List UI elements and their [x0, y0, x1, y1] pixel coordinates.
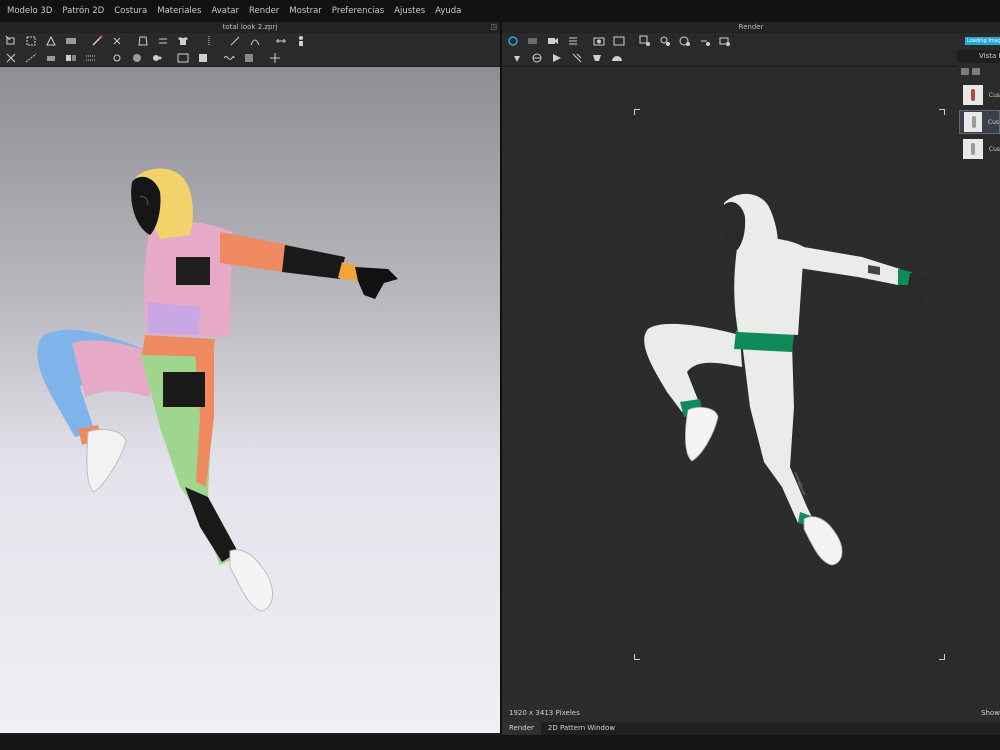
toolbar-3d-row-1 — [0, 33, 500, 49]
graphic-icon[interactable] — [196, 52, 210, 64]
tab-2d-pattern-window[interactable]: 2D Pattern Window — [541, 722, 622, 735]
render-settings-icon[interactable] — [638, 35, 652, 47]
thumbnail-item[interactable]: Cus — [959, 137, 1000, 161]
menu-modelo-3d[interactable]: Modelo 3D — [2, 0, 57, 22]
render-globe-icon[interactable] — [530, 52, 544, 64]
texture-edit-icon[interactable] — [176, 52, 190, 64]
line-tool-icon[interactable] — [228, 35, 242, 47]
thumbnail-image — [963, 85, 983, 105]
measure-icon[interactable] — [274, 35, 288, 47]
strengthen-icon[interactable] — [156, 35, 170, 47]
render-snapshot-icon[interactable] — [592, 35, 606, 47]
move-icon[interactable] — [268, 52, 282, 64]
thumbnail-label: Cus — [987, 118, 999, 126]
tab-render[interactable]: Render — [502, 722, 541, 735]
render-area-light-icon[interactable] — [590, 52, 604, 64]
thumbnail-label: Cus — [988, 145, 1000, 153]
menu-ayuda[interactable]: Ayuda — [430, 0, 466, 22]
menu-render[interactable]: Render — [244, 0, 284, 22]
panel-tab-vista[interactable]: Vista P — [957, 50, 1000, 63]
menu-preferencias[interactable]: Preferencias — [327, 0, 389, 22]
menu-bar: Modelo 3D Patrón 2D Costura Materiales A… — [0, 0, 1000, 22]
fold-3d-icon[interactable] — [64, 35, 78, 47]
render-light-icon[interactable] — [678, 35, 692, 47]
panel-icon-row — [961, 68, 983, 75]
folder-icon[interactable] — [961, 68, 969, 75]
menu-ajustes[interactable]: Ajustes — [389, 0, 430, 22]
tack-icon[interactable] — [110, 35, 124, 47]
thumbnail-label: Cus — [988, 91, 1000, 99]
toolbar-3d-row-2 — [0, 49, 500, 66]
render-side-panel: Loading Images Vista P Cus Cus Cus — [957, 33, 1000, 707]
render-viewport[interactable] — [502, 67, 957, 722]
render-direction-light-icon[interactable] — [570, 52, 584, 64]
select-mesh-icon[interactable] — [4, 35, 18, 47]
topstitch-icon[interactable] — [84, 52, 98, 64]
menu-patron-2d[interactable]: Patrón 2D — [57, 0, 109, 22]
menu-costura[interactable]: Costura — [109, 0, 152, 22]
toolbar-render-row-1 — [502, 33, 957, 49]
render-list-icon[interactable] — [566, 35, 580, 47]
transform-pattern-icon[interactable] — [24, 35, 38, 47]
render-status-bar: 1920 x 3413 Píxeles Show — [502, 707, 1000, 722]
render-spot-light-icon[interactable] — [550, 52, 564, 64]
free-sewing-icon[interactable] — [24, 52, 38, 64]
puckering-icon[interactable] — [222, 52, 236, 64]
popout-icon[interactable]: ◳ — [490, 22, 497, 33]
thumbnail-item[interactable]: Cus — [959, 83, 1000, 107]
render-output-icon[interactable] — [718, 35, 732, 47]
thumbnail-item-selected[interactable]: Cus — [959, 110, 1000, 134]
show-toggle[interactable]: Show — [981, 709, 1000, 717]
curve-tool-icon[interactable] — [248, 35, 262, 47]
fold-arrangement-icon[interactable] — [44, 35, 58, 47]
render-select-icon[interactable] — [506, 35, 520, 47]
thumbnail-image — [964, 112, 982, 132]
loading-images-badge: Loading Images — [965, 37, 1000, 45]
thumbnail-image — [963, 139, 983, 159]
render-resolution: 1920 x 3413 Píxeles — [509, 709, 580, 717]
trim-icon[interactable] — [150, 52, 164, 64]
render-camera-icon[interactable] — [526, 35, 540, 47]
garment-fit-icon[interactable] — [136, 35, 150, 47]
render-environment-icon[interactable] — [658, 35, 672, 47]
save-icon[interactable] — [972, 68, 980, 75]
render-add-icon[interactable] — [510, 52, 524, 64]
avatar-3d-pattern-colors[interactable] — [0, 67, 500, 733]
avatar-measure-icon[interactable] — [294, 35, 308, 47]
seam-line-icon[interactable] — [4, 52, 18, 64]
zipper-icon[interactable] — [202, 35, 216, 47]
fabric-icon[interactable] — [242, 52, 256, 64]
render-preview-avatar — [644, 193, 942, 566]
shirt-icon[interactable] — [176, 35, 190, 47]
window-3d-filename: total look 2.zprj — [222, 23, 278, 31]
buttonhole-icon[interactable] — [130, 52, 144, 64]
render-video-icon[interactable] — [546, 35, 560, 47]
viewport-3d[interactable] — [0, 67, 500, 733]
menu-mostrar[interactable]: Mostrar — [284, 0, 327, 22]
segment-sewing-icon[interactable] — [64, 52, 78, 64]
pin-icon[interactable] — [90, 35, 104, 47]
render-window-title: Render — [502, 22, 1000, 33]
bottom-tab-bar: Render 2D Pattern Window — [502, 722, 1000, 735]
sewing-check-icon[interactable] — [44, 52, 58, 64]
render-image-icon[interactable] — [612, 35, 626, 47]
menu-avatar[interactable]: Avatar — [206, 0, 244, 22]
render-sync-icon[interactable] — [698, 35, 712, 47]
app-window: Modelo 3D Patrón 2D Costura Materiales A… — [0, 0, 1000, 750]
bottom-frame — [0, 735, 1000, 750]
toolbar-render-row-2 — [502, 49, 957, 66]
menu-materiales[interactable]: Materiales — [152, 0, 206, 22]
button-tool-icon[interactable] — [110, 52, 124, 64]
window-3d-title: total look 2.zprj ◳ — [0, 22, 500, 33]
render-dome-icon[interactable] — [610, 52, 624, 64]
